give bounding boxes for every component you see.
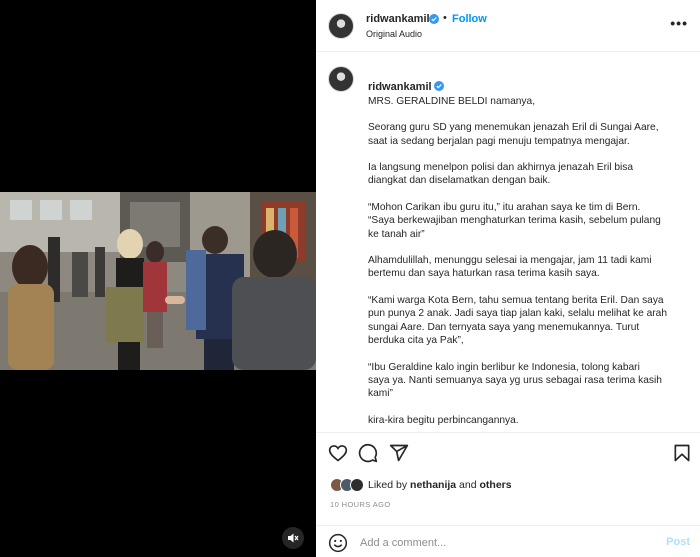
caption-username-link[interactable]: ridwankamil [368, 81, 432, 93]
likes-row: Liked by nethanija and others [330, 477, 512, 493]
caption-paragraph: “Ibu Geraldine kalo ingin berlibur ke In… [368, 361, 662, 400]
share-icon[interactable] [389, 443, 409, 463]
video-frame[interactable] [0, 192, 316, 370]
caption-first-line: MRS. GERALDINE BELDI namanya, [368, 95, 536, 107]
comment-bar: Post [316, 525, 700, 557]
post-media[interactable] [0, 0, 316, 557]
caption-paragraph: “Kami warga Kota Bern, tahu semua tentan… [368, 294, 668, 347]
liked-by-text: Liked by nethanija and others [368, 479, 512, 491]
caption-avatar[interactable] [328, 66, 354, 92]
separator-dot: • [443, 12, 447, 24]
caption-paragraph: “Mohon Carikan ibu guru itu,” itu arahan… [368, 201, 661, 240]
caption-paragraph: Alhamdulillah, menunggu selesai ia menga… [368, 255, 652, 280]
caption-paragraph: Ia langsung menelpon polisi dan akhirnya… [368, 162, 634, 187]
emoji-icon[interactable] [328, 533, 348, 553]
avatar[interactable] [328, 13, 354, 39]
liked-by-user-link[interactable]: nethanija [410, 479, 456, 491]
liked-by-others-link[interactable]: others [480, 479, 512, 491]
verified-badge-icon [429, 14, 439, 24]
heart-icon[interactable] [328, 443, 348, 463]
comment-input[interactable] [360, 535, 640, 551]
liked-by-and: and [459, 479, 477, 491]
liker-avatar[interactable] [350, 478, 364, 492]
post-header: ridwankamil • Follow Original Audio ••• [316, 0, 700, 52]
liked-by-prefix: Liked by [368, 479, 408, 491]
caption-section: ridwankamil MRS. GERALDINE BELDI namanya… [316, 52, 700, 432]
caption-paragraph: kira-kira begitu perbincangannya. [368, 414, 519, 426]
actions-section: Liked by nethanija and others 10 HOURS A… [316, 432, 700, 557]
bookmark-icon[interactable] [672, 443, 692, 463]
audio-label[interactable]: Original Audio [366, 29, 422, 39]
post-comment-button[interactable]: Post [666, 536, 690, 548]
mute-button[interactable] [282, 527, 304, 549]
follow-button[interactable]: Follow [452, 13, 487, 25]
post-timestamp[interactable]: 10 HOURS AGO [330, 500, 391, 509]
username-link[interactable]: ridwankamil [366, 13, 430, 25]
verified-badge-icon [433, 81, 444, 92]
speaker-muted-icon [288, 533, 299, 543]
more-options-icon[interactable]: ••• [670, 15, 688, 31]
comment-icon[interactable] [358, 443, 378, 463]
caption-text: ridwankamil MRS. GERALDINE BELDI namanya… [368, 67, 688, 432]
post-panel: ridwankamil • Follow Original Audio ••• … [316, 0, 700, 557]
caption-paragraph: Seorang guru SD yang menemukan jenazah E… [368, 122, 659, 147]
video-still-image [0, 192, 316, 370]
